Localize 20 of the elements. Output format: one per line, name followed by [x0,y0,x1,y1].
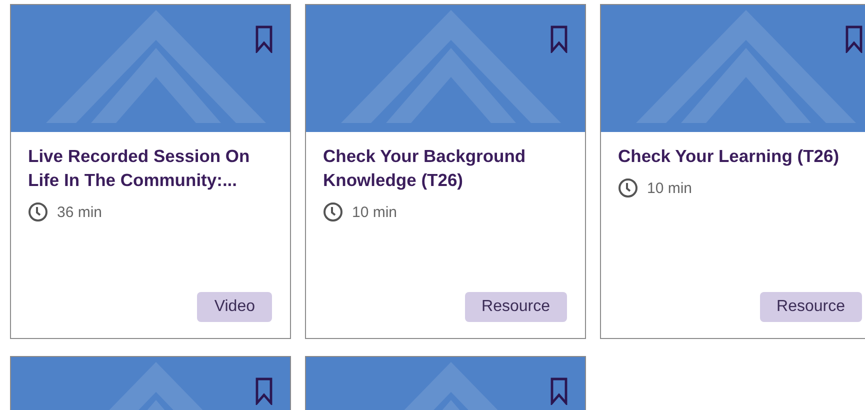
bookmark-icon[interactable] [550,377,568,405]
bookmark-icon[interactable] [550,25,568,53]
resource-card[interactable]: Check Your Background Knowledge (T26) 10 min Resource [305,4,586,339]
clock-icon [28,202,48,222]
duration-text: 36 min [57,204,102,220]
duration-text: 10 min [352,204,398,220]
bookmark-icon[interactable] [255,25,273,53]
type-tag: Video [197,292,272,322]
card-title[interactable]: Live Recorded Session On Life In The Community:... [28,144,272,192]
bookmark-icon[interactable] [255,377,273,405]
card-title[interactable]: Check Your Background Knowledge (T26) [323,144,567,192]
bookmark-icon[interactable] [845,25,863,53]
type-tag: Resource [760,292,862,322]
resource-card[interactable]: Live Recorded Session On Life In The Community:... 36 min Video [10,4,291,339]
clock-icon [323,202,343,222]
type-tag: Resource [464,292,567,322]
card-title[interactable]: Check Your Learning (T26) [618,144,862,168]
clock-icon [618,178,638,198]
resource-card[interactable]: Check Your Learning (T26) 10 min Resource [600,4,865,339]
duration-text: 10 min [647,180,692,196]
